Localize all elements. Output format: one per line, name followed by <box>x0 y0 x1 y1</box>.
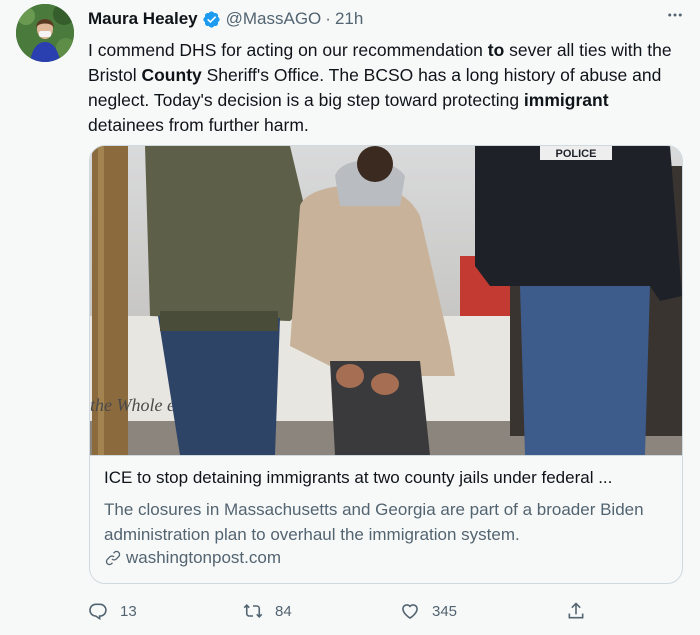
link-card[interactable]: the Whole e 199 POLICE ICE to stop detai… <box>89 145 683 584</box>
separator: · <box>325 9 331 28</box>
share-button[interactable] <box>566 601 598 621</box>
tweet: Maura Healey @MassAGO · 21h I commend DH… <box>0 0 700 635</box>
action-bar: 13 84 345 <box>88 598 608 624</box>
card-title[interactable]: ICE to stop detaining immigrants at two … <box>104 468 670 488</box>
author-handle[interactable]: @MassAGO <box>226 9 322 29</box>
retweet-icon <box>243 604 263 618</box>
tweet-text-bold: County <box>141 65 202 85</box>
like-button[interactable]: 345 <box>400 601 457 621</box>
author-name[interactable]: Maura Healey <box>88 9 198 29</box>
tweet-text: I commend DHS for acting on our recommen… <box>88 38 688 138</box>
police-lettering: POLICE <box>556 148 597 160</box>
more-icon[interactable] <box>666 6 684 29</box>
avatar[interactable] <box>16 4 74 62</box>
link-icon <box>105 550 121 566</box>
reply-icon <box>89 603 107 621</box>
like-icon <box>402 604 418 620</box>
timestamp[interactable]: 21h <box>335 9 363 29</box>
card-description: The closures in Massachusetts and Georgi… <box>104 500 644 544</box>
tweet-header: Maura Healey @MassAGO · 21h <box>88 8 684 30</box>
tweet-text-bold: immigrant <box>523 90 609 110</box>
avatar-image <box>16 4 74 62</box>
tweet-text-part: detainees from further harm. <box>88 115 309 135</box>
retweet-count: 84 <box>275 602 292 620</box>
tweet-text-part: I commend DHS for acting on our recommen… <box>88 40 488 60</box>
verified-badge-icon <box>202 10 221 29</box>
like-count: 345 <box>432 602 458 620</box>
tweet-text-bold: to <box>487 40 505 60</box>
card-domain-text: washingtonpost.com <box>126 548 281 567</box>
retweet-button[interactable]: 84 <box>243 601 292 621</box>
reply-button[interactable]: 13 <box>88 601 137 621</box>
card-image: the Whole e 199 POLICE <box>90 146 682 455</box>
card-divider <box>90 455 682 456</box>
reply-count: 13 <box>120 602 137 620</box>
share-icon <box>568 602 584 619</box>
card-domain[interactable]: washingtonpost.com <box>104 548 281 568</box>
